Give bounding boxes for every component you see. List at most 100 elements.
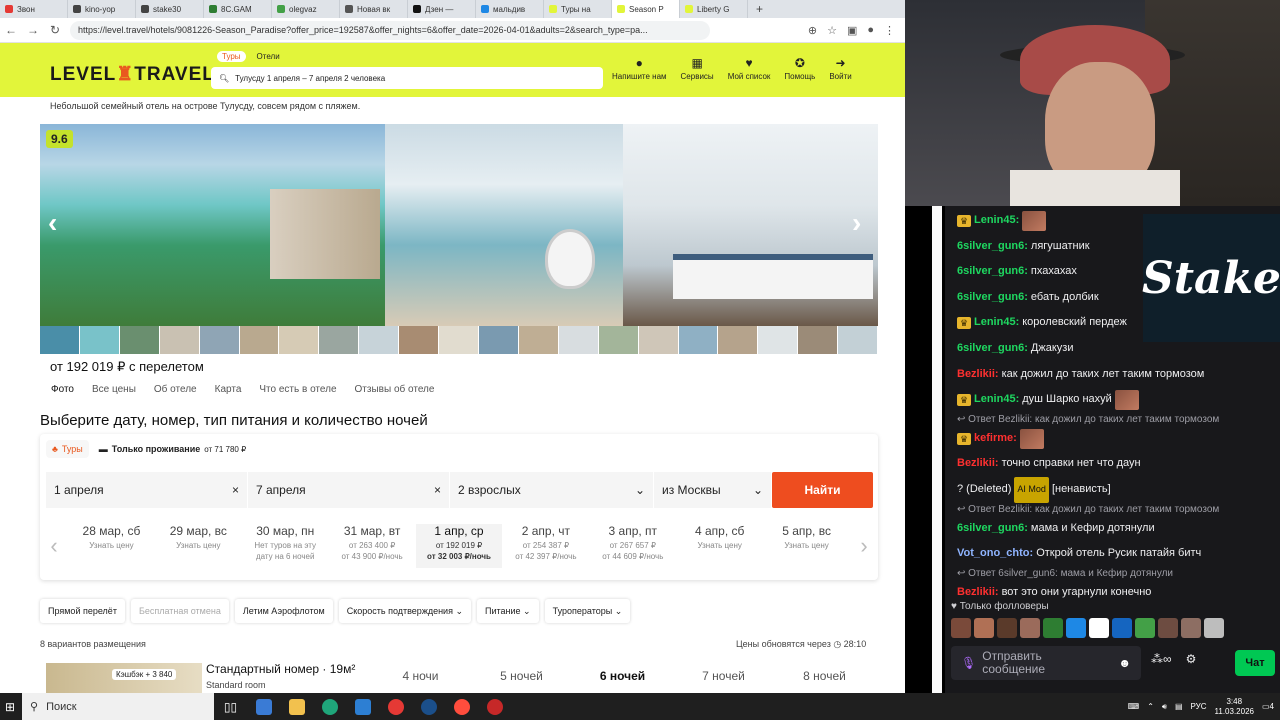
browser-tab[interactable]: Дзен — (408, 0, 476, 18)
chat-emote-icon[interactable] (1135, 618, 1155, 638)
gallery-thumbnail[interactable] (758, 326, 799, 354)
profile-icon[interactable]: ● (867, 24, 874, 37)
date-option[interactable]: 3 апр, пт от 267 657 ₽ от 44 609 ₽/ночь (589, 524, 676, 568)
filter-chip[interactable]: Питание ⌄ (477, 599, 539, 623)
browser-tab[interactable]: stake30 (136, 0, 204, 18)
nights-option[interactable]: 7 ночей (673, 669, 774, 683)
browser-tab[interactable]: Звон (0, 0, 68, 18)
chat-username[interactable]: 6silver_gun6: (957, 516, 1028, 542)
date-option[interactable]: 28 мар, сб Узнать цену (68, 524, 155, 568)
mode-tours-button[interactable]: ♣ Туры (46, 440, 89, 458)
gallery-thumbnail[interactable] (798, 326, 839, 354)
forward-icon[interactable]: → (22, 23, 44, 37)
nights-option[interactable]: 8 ночей (774, 669, 875, 683)
chat-emote-icon[interactable] (1112, 618, 1132, 638)
search-field[interactable]: 🔍︎ Тулусду 1 апреля – 7 апреля 2 человек… (211, 67, 603, 89)
gallery-thumbnail[interactable] (319, 326, 360, 354)
chat-emote-icon[interactable] (1043, 618, 1063, 638)
gallery-thumbnail[interactable] (598, 326, 639, 354)
gallery-thumbnail[interactable] (399, 326, 440, 354)
gallery-thumbnail[interactable] (199, 326, 240, 354)
gallery-thumbnail[interactable] (359, 326, 400, 354)
settings-icon[interactable]: ⚙ (1186, 652, 1197, 666)
date-option[interactable]: 5 апр, вс Узнать цену (763, 524, 850, 568)
yandex-browser-icon[interactable] (445, 693, 478, 720)
gallery-thumbnail[interactable] (718, 326, 759, 354)
chat-emote-icon[interactable] (1181, 618, 1201, 638)
chat-emote-icon[interactable] (951, 618, 971, 638)
date-prev-icon[interactable]: ‹ (40, 533, 68, 559)
photo-balcony[interactable] (385, 124, 623, 326)
mic-icon[interactable]: 🎙︎ (961, 656, 976, 670)
date-option[interactable]: 29 мар, вс Узнать цену (155, 524, 242, 568)
tab-tours[interactable]: Туры (217, 51, 246, 62)
network-icon[interactable]: ▤ (1175, 702, 1183, 711)
reload-icon[interactable]: ↻ (44, 23, 66, 37)
chat-emote-icon[interactable] (997, 618, 1017, 638)
chat-emote-icon[interactable] (974, 618, 994, 638)
points-icon[interactable]: ⁂∞ (1151, 652, 1172, 666)
volume-icon[interactable]: 🔊︎ (1162, 702, 1167, 712)
date-to-field[interactable]: 7 апреля × (248, 472, 450, 508)
language-indicator[interactable]: РУС (1191, 702, 1207, 711)
filter-chip[interactable]: Скорость подтверждения ⌄ (338, 599, 472, 623)
date-option[interactable]: 31 мар, вт от 263 400 ₽ от 43 900 ₽/ночь (329, 524, 416, 568)
chat-emote-icon[interactable] (1089, 618, 1109, 638)
url-input[interactable]: https://level.travel/hotels/9081226-Seas… (70, 20, 710, 40)
browser-tab[interactable]: Новая вк (340, 0, 408, 18)
mode-stay-only-button[interactable]: ▬ Только проживание от 71 780 ₽ (99, 444, 246, 454)
bookmark-star-icon[interactable]: ☆ (827, 24, 837, 37)
photo-aerial-beach[interactable] (40, 124, 385, 326)
chat-username[interactable]: 6silver_gun6: (957, 259, 1028, 285)
back-icon[interactable]: ← (0, 23, 22, 37)
find-button[interactable]: Найти (772, 472, 873, 508)
keyboard-icon[interactable]: ⌨ (1128, 702, 1140, 711)
task-view-icon[interactable]: ▯▯ (214, 693, 247, 720)
chat-username[interactable]: Lenin45: (974, 310, 1019, 336)
hotel-tab[interactable]: Фото (51, 384, 74, 395)
gallery-thumbnail[interactable] (638, 326, 679, 354)
explorer-icon[interactable] (280, 693, 313, 720)
chat-username[interactable]: Lenin45: (974, 208, 1019, 234)
tab-hotels[interactable]: Отели (252, 51, 285, 62)
start-icon[interactable]: ⊞ (0, 693, 20, 720)
browser-tab[interactable]: Season P (612, 0, 680, 18)
hotel-tab[interactable]: Об отеле (154, 384, 197, 395)
mail-icon[interactable] (346, 693, 379, 720)
nights-option[interactable]: 6 ночей (572, 669, 673, 683)
chat-username[interactable]: Bezlikii: (957, 451, 999, 477)
obs-icon[interactable] (478, 693, 511, 720)
level-travel-logo[interactable]: LEVEL♜TRAVEL (50, 63, 215, 86)
chat-emote-icon[interactable] (1204, 618, 1224, 638)
hotel-tab[interactable]: Все цены (92, 384, 136, 395)
header-menu-item[interactable]: ➜ Войти (829, 57, 851, 81)
photo-room[interactable] (623, 124, 878, 326)
chat-username[interactable]: 6silver_gun6: (957, 336, 1028, 362)
gallery-thumbnail[interactable] (79, 326, 120, 354)
browser-menu-icon[interactable]: ⋮ (884, 24, 895, 37)
chat-emote-icon[interactable] (1066, 618, 1086, 638)
chat-input[interactable]: 🎙︎ Отправить сообщение ☻ (951, 646, 1141, 680)
extensions-icon[interactable]: ▣ (847, 24, 857, 37)
chat-emote-icon[interactable] (1020, 618, 1040, 638)
notifications-icon[interactable]: ▭4 (1262, 702, 1274, 711)
browser-tab[interactable]: 8C.GAM (204, 0, 272, 18)
hotel-tab[interactable]: Что есть в отеле (259, 384, 336, 395)
chevron-up-icon[interactable]: ⌃ (1147, 702, 1154, 711)
clear-icon[interactable]: × (232, 483, 239, 497)
browser-tab[interactable]: Liberty G (680, 0, 748, 18)
edge-icon[interactable] (313, 693, 346, 720)
chat-username[interactable]: 6silver_gun6: (957, 234, 1028, 260)
gallery-thumbnail[interactable] (478, 326, 519, 354)
date-from-field[interactable]: 1 апреля × (46, 472, 248, 508)
hotel-tab[interactable]: Отзывы об отеле (355, 384, 435, 395)
translate-icon[interactable]: ⊕ (808, 24, 817, 37)
new-tab-button[interactable]: + (748, 2, 771, 16)
gallery-thumbnail[interactable] (279, 326, 320, 354)
hotel-tab[interactable]: Карта (215, 384, 242, 395)
gallery-thumbnail[interactable] (119, 326, 160, 354)
date-next-icon[interactable]: › (850, 533, 878, 559)
browser-tab[interactable]: kino-yop (68, 0, 136, 18)
gallery-thumbnail[interactable] (239, 326, 280, 354)
header-menu-item[interactable]: ● Напишите нам (612, 57, 667, 81)
